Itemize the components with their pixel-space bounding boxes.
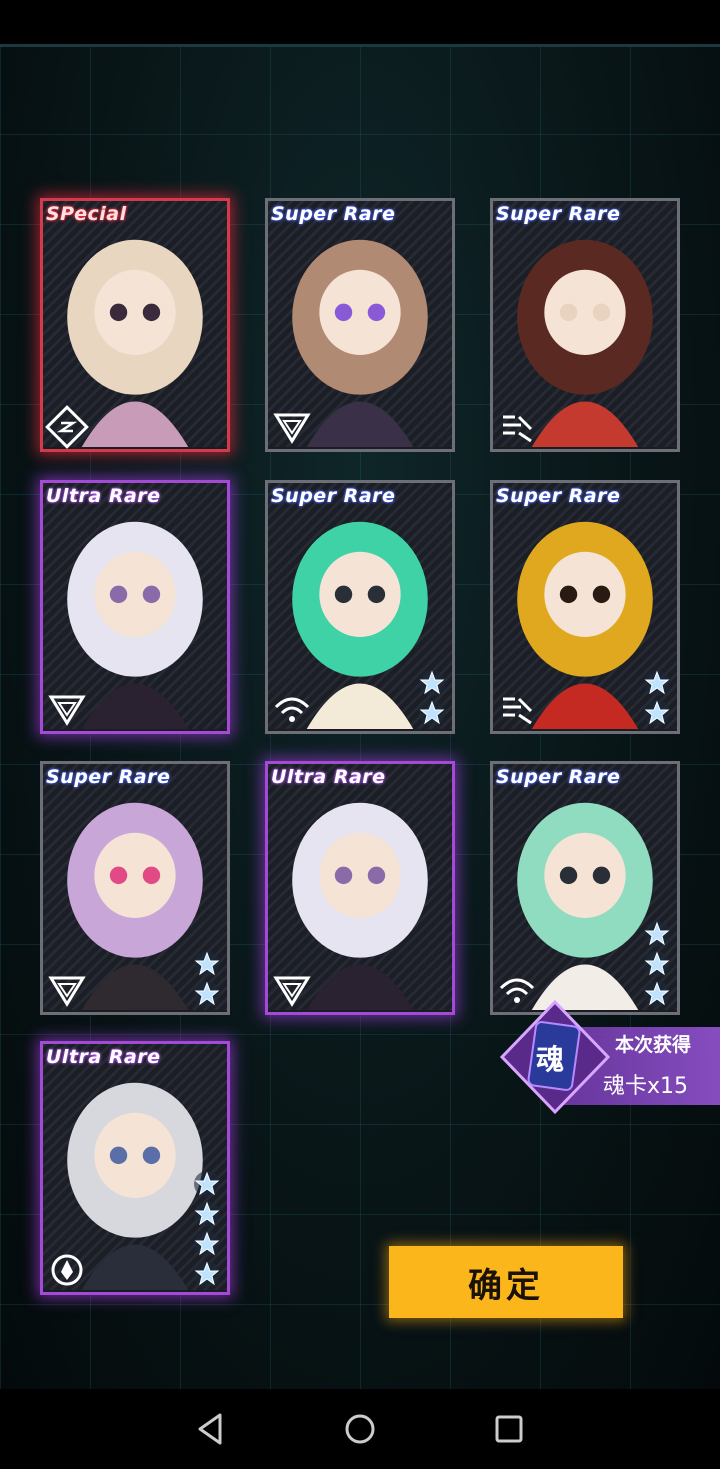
rarity-label: Super Rare [496, 203, 621, 225]
star-icon [194, 951, 220, 977]
character-card[interactable]: Super Rare [490, 480, 680, 734]
star-icon [644, 951, 670, 977]
back-icon[interactable] [188, 1407, 232, 1451]
star-icon [194, 1231, 220, 1257]
rarity-label: Ultra Rare [46, 1046, 161, 1068]
character-card[interactable]: Super Rare [265, 198, 455, 452]
character-card[interactable]: Super Rare [490, 198, 680, 452]
home-icon[interactable] [338, 1407, 382, 1451]
character-card[interactable]: Ultra Rare [40, 480, 230, 734]
wifi-emblem-icon [274, 697, 310, 722]
star-rating [418, 669, 446, 727]
star-icon [419, 700, 445, 726]
rarity-label: Super Rare [271, 203, 396, 225]
star-icon [194, 1201, 220, 1227]
recents-icon[interactable] [487, 1407, 531, 1451]
star-icon [194, 1261, 220, 1287]
ring-emblem-icon [51, 1254, 83, 1286]
rarity-label: SPecial [46, 203, 127, 225]
star-icon [194, 981, 220, 1007]
star-rating [643, 669, 671, 727]
triangle-emblem-icon [48, 976, 86, 1007]
character-card[interactable]: Ultra Rare [40, 1041, 230, 1295]
star-rating [643, 920, 671, 1008]
star-rating [193, 1170, 221, 1288]
triangle-emblem-icon [273, 976, 311, 1007]
soul-reward-value: 魂卡x15 [603, 1074, 689, 1099]
character-card[interactable]: Ultra Rare [265, 761, 455, 1015]
rarity-label: Ultra Rare [46, 485, 161, 507]
soul-gem-label: 魂 [536, 1043, 565, 1076]
triangle-emblem-icon [273, 413, 311, 444]
android-navigation-bar [0, 1389, 720, 1469]
triangle-emblem-icon [48, 695, 86, 726]
rarity-label: Super Rare [496, 485, 621, 507]
star-icon [644, 921, 670, 947]
star-icon [194, 1171, 220, 1197]
top-divider [0, 44, 720, 47]
character-card[interactable]: Super Rare [265, 480, 455, 734]
rarity-label: Super Rare [46, 766, 171, 788]
character-card[interactable]: Super Rare [40, 761, 230, 1015]
stripes-emblem-icon [503, 415, 533, 443]
soul-reward-title: 本次获得 [615, 1034, 692, 1056]
character-card[interactable]: Super Rare [490, 761, 680, 1015]
star-icon [644, 670, 670, 696]
soul-reward-badge: 魂 本次获得 魂卡x15 [500, 1000, 720, 1115]
rarity-label: Ultra Rare [271, 766, 386, 788]
character-card[interactable]: SPecial [40, 198, 230, 452]
rarity-label: Super Rare [496, 766, 621, 788]
stripes-emblem-icon [503, 697, 533, 725]
rarity-label: Super Rare [271, 485, 396, 507]
star-rating [193, 950, 221, 1008]
seal-glyph-icon [45, 405, 89, 449]
star-icon [644, 700, 670, 726]
confirm-button[interactable]: 确定 [389, 1246, 623, 1318]
star-icon [419, 670, 445, 696]
